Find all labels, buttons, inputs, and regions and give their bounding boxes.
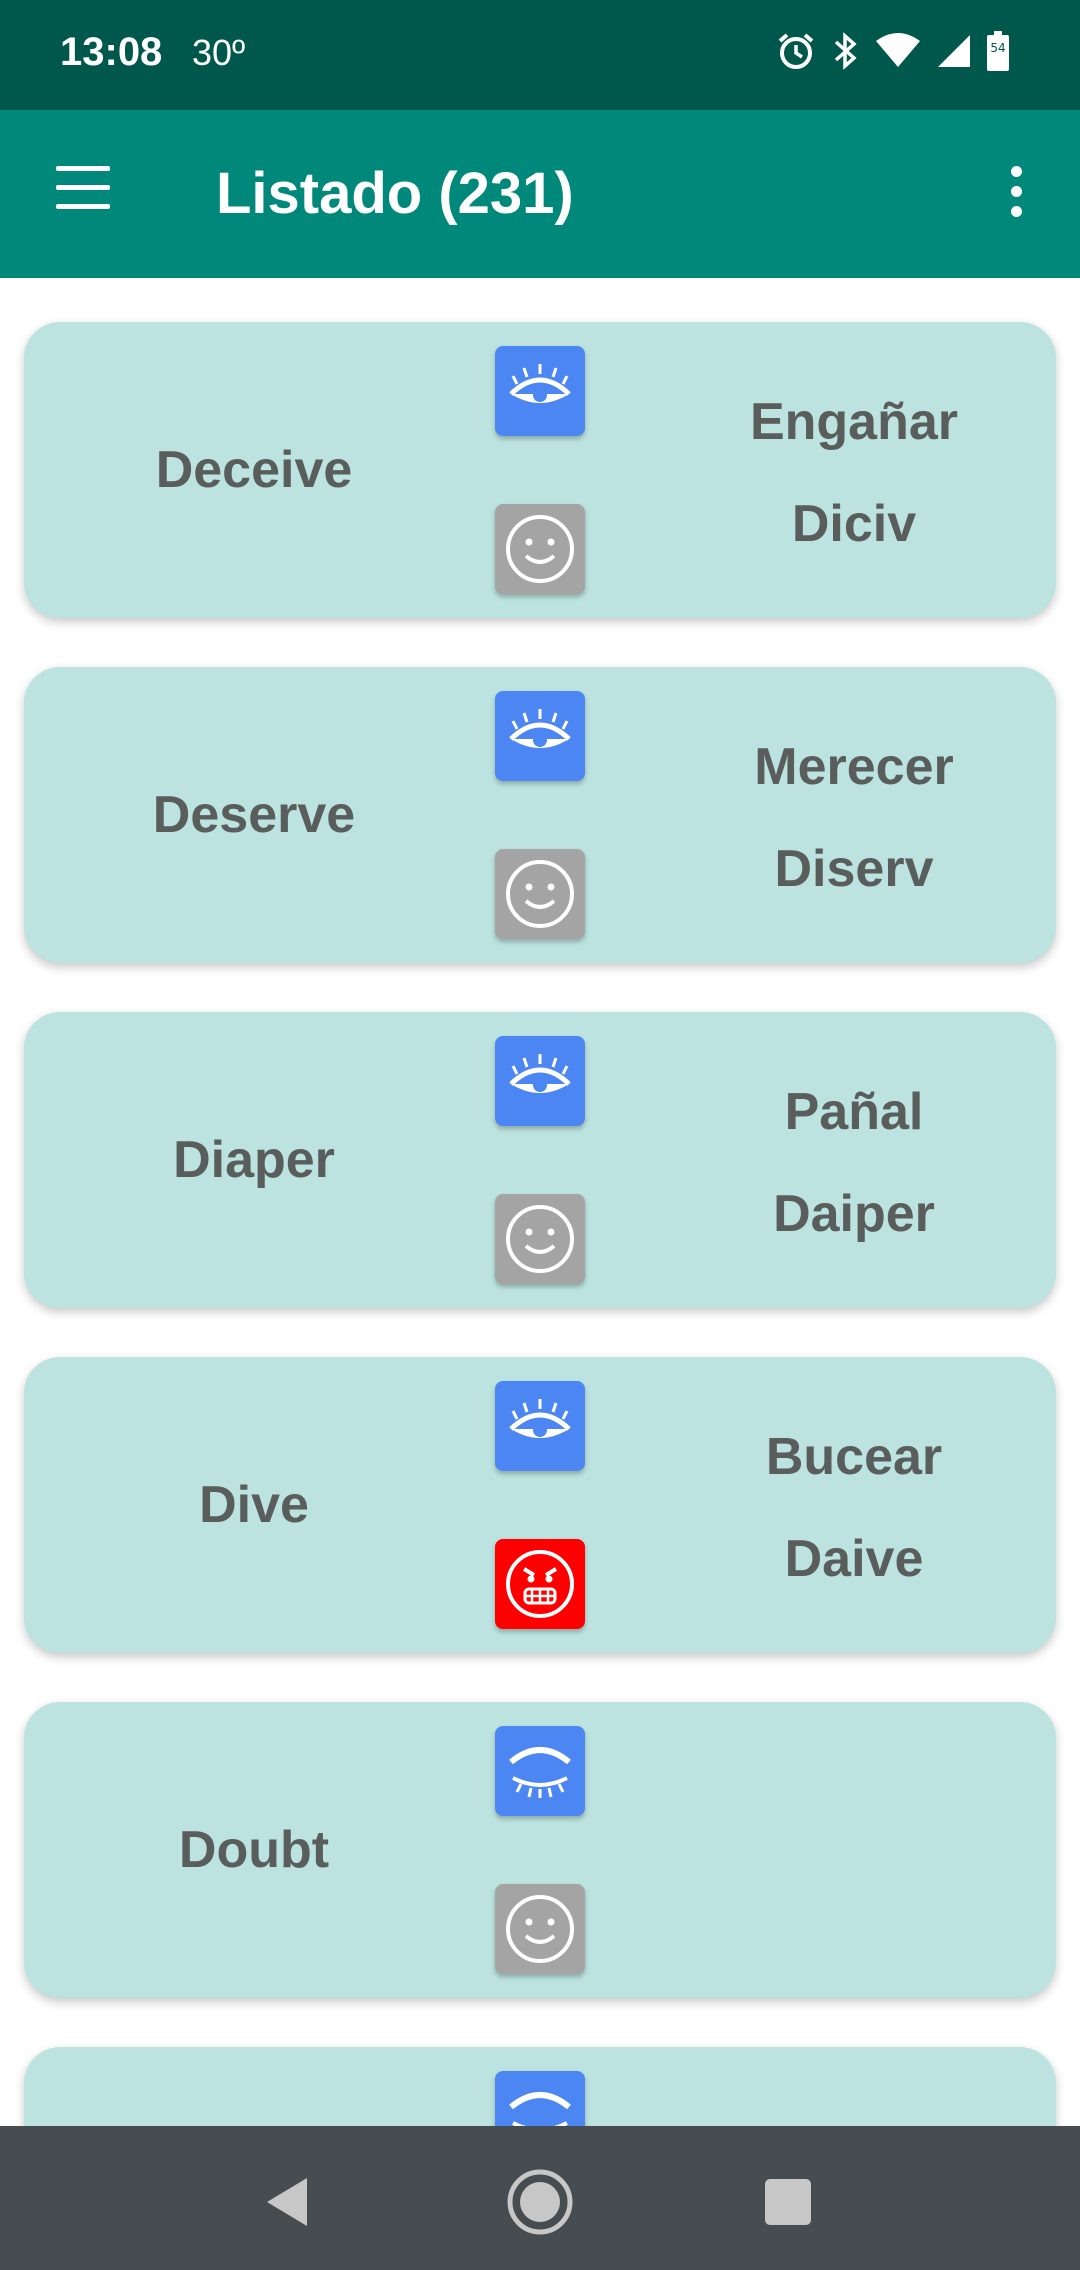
navigation-bar	[0, 2126, 1080, 2270]
eye-open-icon[interactable]	[495, 1036, 585, 1126]
eye-closed-icon[interactable]	[495, 2071, 585, 2126]
angry-face-icon[interactable]	[495, 1539, 585, 1629]
card-word: Diaper	[173, 1131, 335, 1189]
word-card[interactable]: Deserve Merecer Diserv	[24, 667, 1056, 963]
bluetooth-icon	[830, 31, 860, 71]
more-options-icon[interactable]	[996, 166, 1036, 226]
smiley-neutral-icon[interactable]	[495, 849, 585, 939]
word-card[interactable]: Doubt	[24, 1702, 1056, 1998]
eye-open-icon[interactable]	[495, 1381, 585, 1471]
status-icons: 54	[776, 30, 1010, 72]
word-card[interactable]: Diaper Pañal Daiper	[24, 1012, 1056, 1308]
card-translation: Engañar	[749, 393, 959, 451]
hamburger-menu-icon[interactable]	[50, 166, 120, 222]
smiley-neutral-icon[interactable]	[495, 504, 585, 594]
status-bar: 13:08 30º 54	[0, 0, 1080, 110]
card-word: Dive	[199, 1476, 309, 1534]
card-word	[24, 2047, 484, 2126]
page-title: Listado (231)	[216, 161, 574, 226]
alarm-icon	[776, 31, 816, 71]
word-card[interactable]: Deceive Engañar Diciv	[24, 322, 1056, 618]
smiley-neutral-icon[interactable]	[495, 1194, 585, 1284]
eye-open-icon[interactable]	[495, 346, 585, 436]
recents-icon[interactable]	[748, 2162, 828, 2242]
home-icon[interactable]	[500, 2162, 580, 2242]
word-list[interactable]: Deceive Engañar Diciv Deserve Merecer Di…	[0, 278, 1080, 2126]
svg-text:54: 54	[990, 41, 1005, 55]
card-translation: Merecer	[754, 738, 954, 796]
card-word: Deserve	[152, 786, 356, 844]
status-time: 13:08	[60, 30, 163, 74]
word-card[interactable]	[24, 2047, 1056, 2126]
back-icon[interactable]	[247, 2162, 327, 2242]
word-card[interactable]: Dive Bucear Daive	[24, 1357, 1056, 1653]
smiley-neutral-icon[interactable]	[495, 1884, 585, 1974]
eye-closed-icon[interactable]	[495, 1726, 585, 1816]
wifi-icon	[874, 31, 922, 71]
battery-icon: 54	[986, 30, 1010, 72]
card-word: Deceive	[155, 441, 353, 499]
card-pronunciation: Daive	[784, 1530, 924, 1588]
card-word: Doubt	[178, 1821, 330, 1879]
card-pronunciation: Diserv	[774, 840, 934, 898]
card-translation: Pañal	[784, 1083, 924, 1141]
app-bar: Listado (231)	[0, 110, 1080, 278]
eye-open-icon[interactable]	[495, 691, 585, 781]
card-pronunciation: Diciv	[791, 495, 917, 553]
signal-icon	[936, 31, 972, 71]
card-translation: Bucear	[765, 1428, 943, 1486]
status-temperature: 30º	[192, 32, 246, 73]
card-pronunciation: Daiper	[773, 1185, 935, 1243]
